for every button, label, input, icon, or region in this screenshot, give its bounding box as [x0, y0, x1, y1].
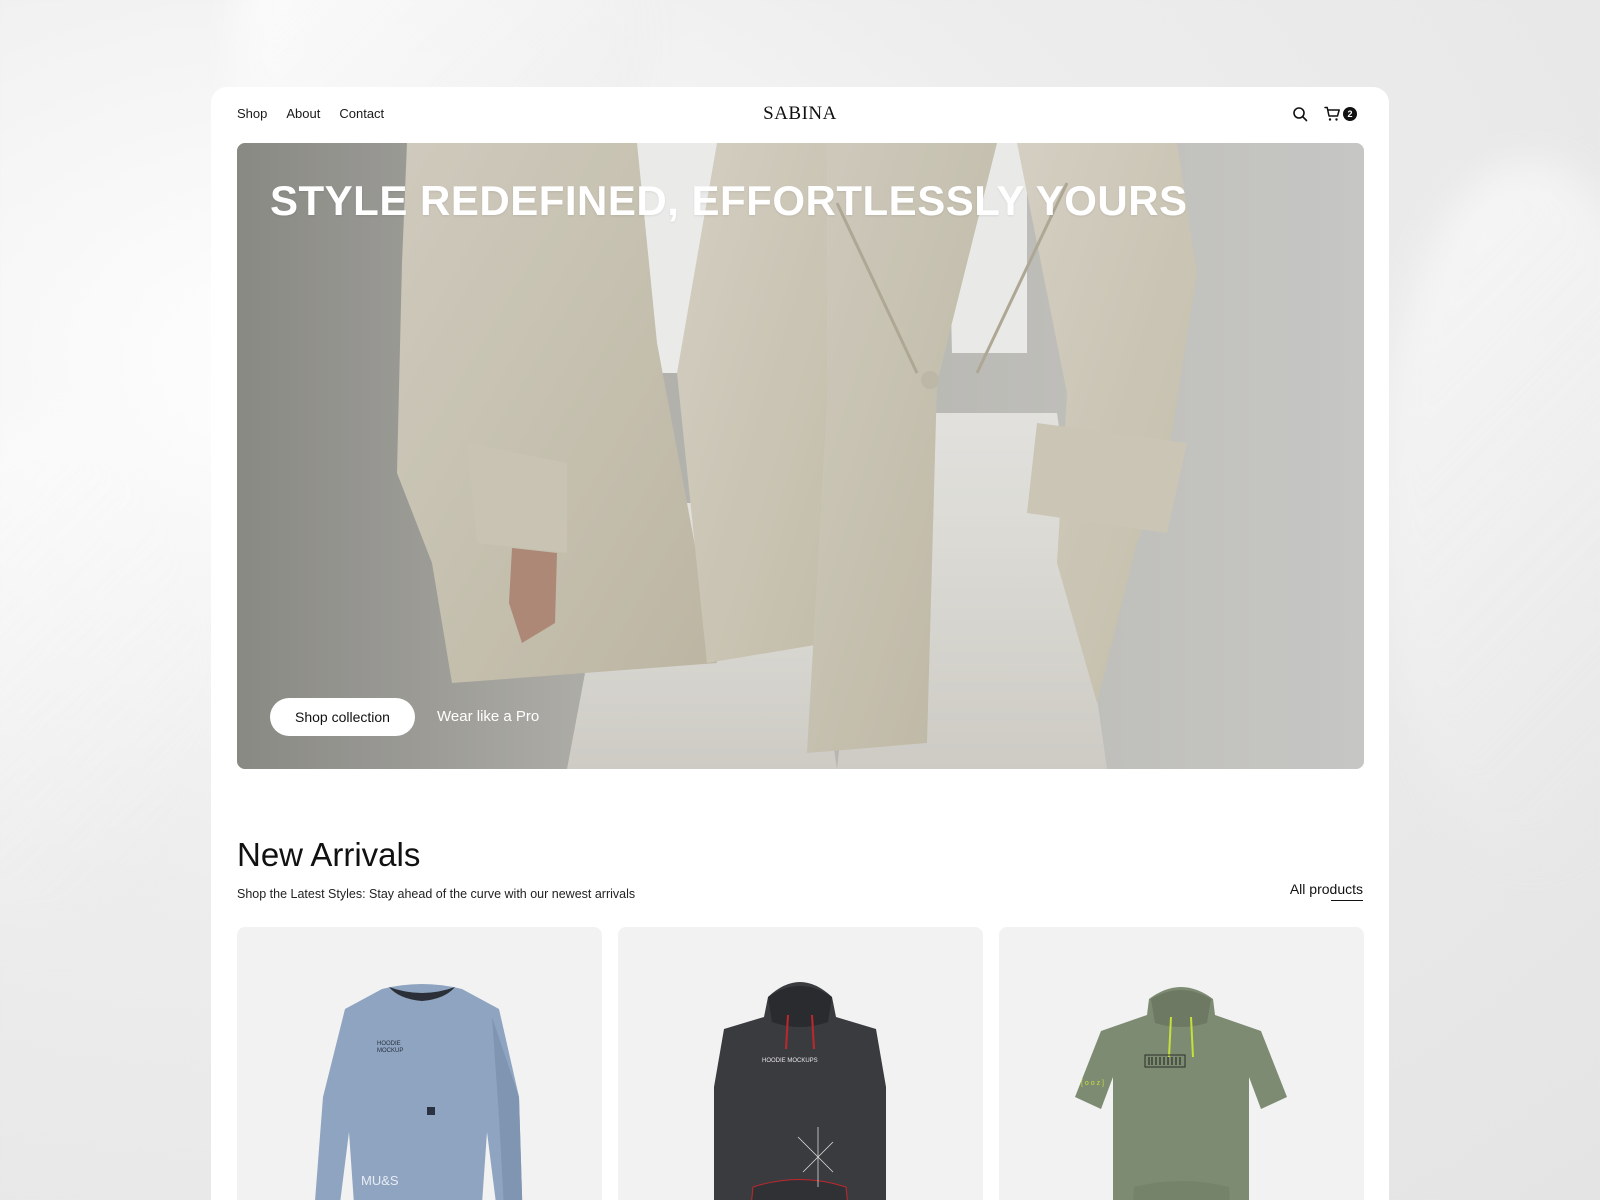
cart-icon: [1324, 106, 1340, 121]
product-card-short-sleeve-hoodie[interactable]: [ o o z ]: [999, 927, 1364, 1200]
hero-banner: STYLE REDEFINED, EFFORTLESSLY YOURS Shop…: [237, 143, 1364, 769]
search-icon: [1293, 107, 1308, 122]
svg-text:MU&S: MU&S: [361, 1173, 399, 1188]
all-products-link[interactable]: All products: [1290, 881, 1364, 901]
svg-text:[ o o z ]: [ o o z ]: [1081, 1080, 1104, 1087]
product-card-sweatshirt[interactable]: HOODIE MOCKUP MU&S: [237, 927, 602, 1200]
site-header: Shop About Contact SABINA 2: [237, 87, 1363, 143]
wear-like-a-pro-link[interactable]: Wear like a Pro: [437, 708, 539, 725]
product-card-hoodie[interactable]: HOODIE MOCKUPS: [618, 927, 983, 1200]
store-page: Shop About Contact SABINA 2 STYLE REDEFI…: [211, 87, 1389, 1200]
svg-text:HOODIE MOCKUPS: HOODIE MOCKUPS: [762, 1058, 818, 1064]
shop-collection-button[interactable]: Shop collection: [270, 698, 415, 736]
cart-count-badge: 2: [1343, 107, 1357, 121]
nav-item-contact[interactable]: Contact: [339, 106, 384, 121]
header-actions: 2: [1290, 104, 1357, 124]
svg-text:HOODIE: HOODIE: [377, 1041, 401, 1047]
cart-button[interactable]: 2: [1324, 106, 1357, 122]
hero-image: [237, 143, 1364, 769]
hoodie-image: HOODIE MOCKUPS: [714, 982, 886, 1200]
main-nav: Shop About Contact: [237, 106, 384, 121]
svg-text:MOCKUP: MOCKUP: [377, 1048, 403, 1054]
sweatshirt-image: HOODIE MOCKUP MU&S: [315, 984, 523, 1200]
nav-item-about[interactable]: About: [286, 106, 320, 121]
hero-title: STYLE REDEFINED, EFFORTLESSLY YOURS: [270, 177, 1188, 224]
product-grid: HOODIE MOCKUP MU&S HOODIE MOCKUPS [o o …: [237, 927, 1364, 1200]
new-arrivals-subtitle: Shop the Latest Styles: Stay ahead of th…: [237, 887, 636, 901]
search-button[interactable]: [1290, 104, 1310, 124]
short-sleeve-hoodie-image: [ o o z ]: [1075, 987, 1287, 1200]
nav-item-shop[interactable]: Shop: [237, 106, 267, 121]
brand-logo[interactable]: SABINA: [763, 103, 837, 125]
new-arrivals-title: New Arrivals: [237, 836, 421, 873]
